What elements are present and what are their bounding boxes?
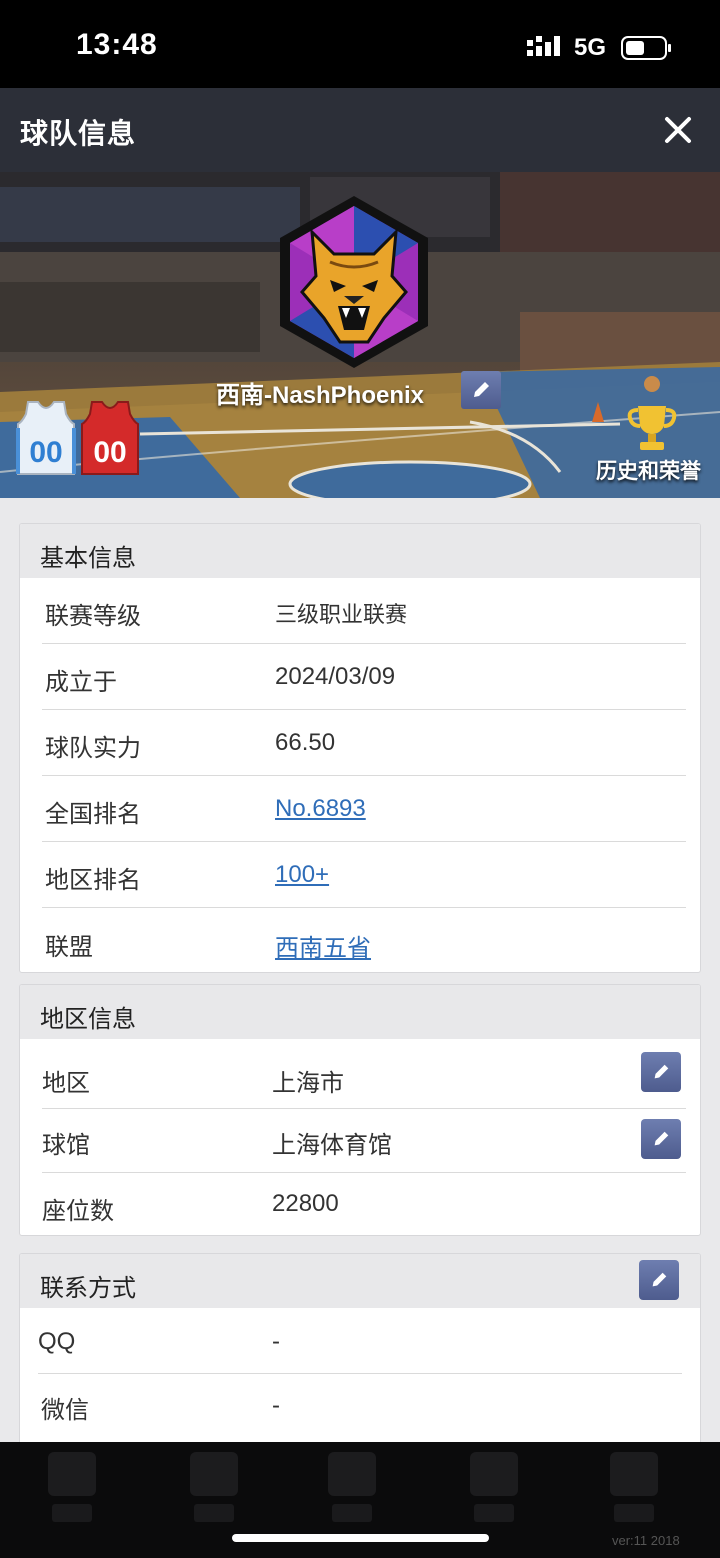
home-jersey-number: 00 (29, 436, 62, 469)
contact-header: 联系方式 (20, 1254, 700, 1308)
nav-item[interactable] (464, 1452, 524, 1532)
pencil-icon (654, 1064, 669, 1079)
nav-icon (610, 1452, 658, 1496)
qq-row: QQ - (38, 1308, 682, 1374)
row-value: - (272, 1392, 280, 1419)
nav-item[interactable] (604, 1452, 664, 1532)
founded-row: 成立于 2024/03/09 (42, 644, 686, 710)
basic-info-header: 基本信息 (20, 524, 700, 578)
nav-label-placeholder (332, 1504, 372, 1522)
home-indicator[interactable] (232, 1534, 489, 1542)
away-jersey-icon[interactable]: 00 (80, 400, 140, 478)
team-name: 西南-NashPhoenix (216, 382, 425, 409)
alliance-link[interactable]: 西南五省 (275, 928, 371, 963)
contact-title: 联系方式 (40, 1274, 136, 1302)
team-banner: 西南-NashPhoenix 00 00 历史和荣誉 (0, 172, 720, 498)
contact-card: 联系方式 QQ - 微信 - (19, 1253, 701, 1453)
row-label: 球队实力 (45, 734, 141, 762)
row-value: - (272, 1328, 280, 1355)
pencil-icon (654, 1131, 669, 1146)
row-value: 66.50 (275, 729, 336, 756)
nav-item[interactable] (184, 1452, 244, 1532)
nav-label-placeholder (52, 1504, 92, 1522)
row-label: 全国排名 (45, 800, 141, 828)
nav-item[interactable] (322, 1452, 382, 1532)
row-value: 2024/03/09 (275, 663, 396, 690)
arena-row: 球馆 上海体育馆 (42, 1109, 686, 1173)
app-header: 球队信息 (0, 88, 720, 172)
row-value: 22800 (272, 1190, 339, 1217)
region-row: 地区 上海市 (42, 1039, 686, 1109)
alliance-row: 联盟 西南五省 (42, 908, 686, 972)
edit-contact-button[interactable] (639, 1260, 679, 1300)
row-value: 上海体育馆 (272, 1131, 392, 1159)
row-label: 联赛等级 (45, 602, 141, 630)
region-info-header: 地区信息 (20, 985, 700, 1039)
row-label: 地区排名 (45, 866, 141, 894)
row-label: 成立于 (45, 668, 117, 696)
edit-arena-button[interactable] (641, 1119, 681, 1159)
nav-label-placeholder (474, 1504, 514, 1522)
nav-label-placeholder (614, 1504, 654, 1522)
page-title: 球队信息 (20, 117, 137, 150)
basic-info-title: 基本信息 (40, 544, 136, 572)
signal-icon (527, 36, 560, 56)
row-value: 三级职业联赛 (275, 603, 408, 628)
nav-icon (190, 1452, 238, 1496)
pencil-icon (474, 382, 489, 397)
row-value: 上海市 (272, 1069, 344, 1097)
row-label: 联盟 (45, 933, 93, 961)
nav-label-placeholder (194, 1504, 234, 1522)
regional-rank-link[interactable]: 100+ (275, 861, 329, 889)
close-icon (665, 117, 691, 143)
national-rank-link[interactable]: No.6893 (275, 795, 366, 823)
battery-icon (621, 36, 671, 60)
seats-row: 座位数 22800 (42, 1173, 686, 1235)
row-label: 微信 (41, 1396, 89, 1424)
pencil-icon (652, 1272, 667, 1287)
wechat-row: 微信 - (38, 1374, 682, 1440)
nav-icon (48, 1452, 96, 1496)
nav-item[interactable] (42, 1452, 102, 1532)
national-rank-row: 全国排名 No.6893 (42, 776, 686, 842)
history-honors-link[interactable]: 历史和荣誉 (596, 455, 701, 485)
region-info-title: 地区信息 (40, 1005, 136, 1033)
trophy-icon[interactable] (626, 402, 678, 452)
nav-icon (328, 1452, 376, 1496)
row-label: QQ (38, 1328, 76, 1355)
row-label: 球馆 (42, 1131, 90, 1159)
row-label: 座位数 (42, 1197, 114, 1225)
home-jersey-icon[interactable]: 00 (16, 400, 76, 478)
basic-info-card: 基本信息 联赛等级 三级职业联赛 成立于 2024/03/09 球队实力 66.… (19, 523, 701, 973)
nav-icon (470, 1452, 518, 1496)
edit-team-name-button[interactable] (461, 371, 501, 409)
network-label: 5G (574, 34, 607, 61)
team-strength-row: 球队实力 66.50 (42, 710, 686, 776)
status-time: 13:48 (76, 28, 158, 61)
league-level-row: 联赛等级 三级职业联赛 (42, 578, 686, 644)
away-jersey-number: 00 (93, 436, 126, 469)
regional-rank-row: 地区排名 100+ (42, 842, 686, 908)
team-logo (280, 196, 428, 368)
edit-region-button[interactable] (641, 1052, 681, 1092)
row-label: 地区 (42, 1069, 90, 1097)
version-text: ver:11 2018 (612, 1533, 680, 1548)
close-button[interactable] (652, 102, 704, 158)
region-info-card: 地区信息 地区 上海市 球馆 上海体育馆 座位数 22800 (19, 984, 701, 1236)
status-bar: 13:48 5G (0, 0, 720, 88)
